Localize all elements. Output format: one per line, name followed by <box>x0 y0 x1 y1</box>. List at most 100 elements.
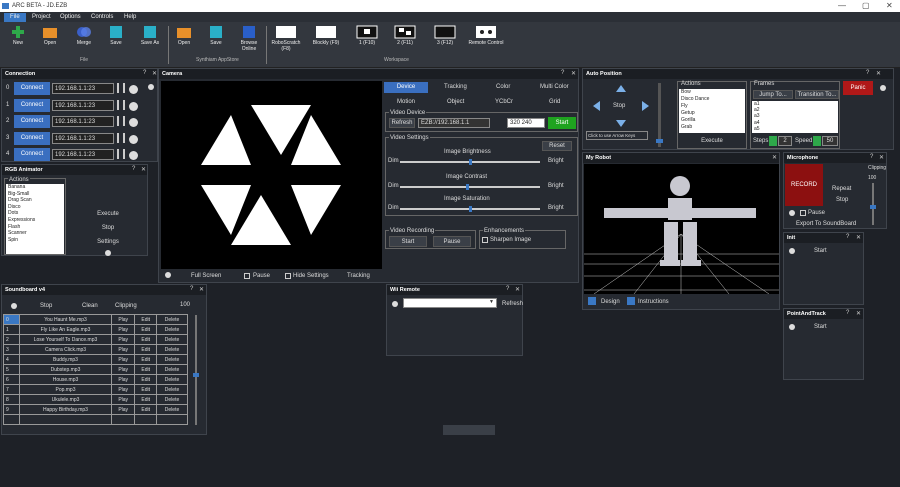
settings-button[interactable]: Settings <box>68 237 148 248</box>
list-item[interactable]: Spin <box>6 237 64 244</box>
list-item[interactable]: Getup <box>679 110 745 117</box>
wii-device-select[interactable]: ▼ <box>403 298 497 308</box>
help-icon[interactable]: ? <box>190 286 193 292</box>
edit-button[interactable]: Edit <box>134 364 158 375</box>
fullscreen-button[interactable]: Full Screen <box>191 273 221 279</box>
table-row[interactable]: 8 Ukulele.mp3 Play Edit Delete <box>3 394 188 405</box>
close-icon[interactable]: ✕ <box>879 154 884 161</box>
speed-input[interactable]: 50 <box>822 136 838 146</box>
tab-grid[interactable]: Grid <box>549 99 560 105</box>
gear-icon[interactable] <box>165 272 171 278</box>
play-button[interactable]: Play <box>110 344 136 355</box>
merge-button[interactable]: Merge <box>73 25 95 47</box>
slider-thumb[interactable] <box>656 139 663 143</box>
list-item[interactable]: Grab <box>679 124 745 131</box>
list-item[interactable]: Scanner <box>6 230 64 237</box>
list-item[interactable]: Dots <box>6 210 64 217</box>
instructions-icon[interactable] <box>627 297 635 305</box>
browse-online-button[interactable]: Browse Online <box>236 25 262 52</box>
connect-button[interactable]: Connect <box>14 131 50 145</box>
pause-checkbox[interactable] <box>800 210 806 216</box>
clipping-slider[interactable] <box>870 183 876 225</box>
sound-file[interactable]: Pop.mp3 <box>19 384 112 395</box>
delete-button[interactable]: Delete <box>156 384 188 395</box>
list-item[interactable]: a5 <box>752 126 838 132</box>
table-row[interactable]: 6 House.mp3 Play Edit Delete <box>3 374 188 385</box>
panic-button[interactable]: Panic <box>843 81 873 95</box>
camera-video[interactable] <box>161 81 382 269</box>
design-button[interactable]: Design <box>601 299 620 305</box>
play-button[interactable]: Play <box>110 384 136 395</box>
help-icon[interactable]: ? <box>870 154 873 160</box>
play-button[interactable]: Play <box>110 404 136 415</box>
remote-control-button[interactable]: Remote Control <box>466 25 506 47</box>
workspace-2-button[interactable]: 2 (F11) <box>390 25 420 47</box>
sound-file[interactable]: Camera Click.mp3 <box>19 344 112 355</box>
execute-button[interactable]: Execute <box>679 136 745 147</box>
list-item[interactable]: Drag Scan <box>6 197 64 204</box>
table-row[interactable]: 5 Dubstep.mp3 Play Edit Delete <box>3 364 188 375</box>
export-button[interactable]: Export To SoundBoard <box>796 221 856 227</box>
blockly-button[interactable]: Blockly (F9) <box>310 25 342 47</box>
delete-button[interactable]: Delete <box>156 324 188 335</box>
help-icon[interactable]: ? <box>866 70 869 76</box>
edit-button[interactable]: Edit <box>134 344 158 355</box>
settings-icon[interactable] <box>129 134 138 144</box>
stop-button[interactable]: Stop <box>68 223 148 234</box>
table-row[interactable] <box>3 414 188 425</box>
device-select[interactable]: EZB://192.168.1.1 <box>418 118 490 128</box>
list-item[interactable]: Banana <box>6 184 64 191</box>
help-icon[interactable]: ? <box>132 166 135 172</box>
list-item[interactable]: Disco <box>6 204 64 211</box>
edit-button[interactable]: Edit <box>134 394 158 405</box>
record-start-button[interactable]: Start <box>389 236 427 247</box>
delete-button[interactable]: Delete <box>156 314 188 325</box>
tab-multi-color[interactable]: Multi Color <box>540 84 569 90</box>
sound-file[interactable]: Buddy.mp3 <box>19 354 112 365</box>
sound-file[interactable]: Happy Birthday.mp3 <box>19 404 112 415</box>
list-item[interactable]: Expressions <box>6 217 64 224</box>
list-item[interactable]: Gorilla <box>679 117 745 124</box>
slider-thumb[interactable] <box>870 205 876 209</box>
design-icon[interactable] <box>588 297 596 305</box>
scan-icon[interactable] <box>117 116 125 126</box>
connect-button[interactable]: Connect <box>14 98 50 112</box>
start-button[interactable]: Start <box>814 324 827 330</box>
store-open-button[interactable]: Open <box>174 25 194 47</box>
tab-ycbcr[interactable]: YCbCr <box>495 99 513 105</box>
record-pause-button[interactable]: Pause <box>433 236 471 247</box>
transition-to-button[interactable]: Transition To... <box>795 90 839 99</box>
instructions-button[interactable]: Instructions <box>638 299 669 305</box>
delete-button[interactable]: Delete <box>156 354 188 365</box>
store-save-button[interactable]: Save <box>206 25 226 47</box>
settings-icon[interactable] <box>494 118 504 128</box>
stop-button[interactable]: Stop <box>836 197 848 203</box>
start-button[interactable]: Start <box>548 117 576 129</box>
delete-button[interactable]: Delete <box>156 344 188 355</box>
gear-icon[interactable] <box>392 301 398 307</box>
help-icon[interactable]: ? <box>143 70 146 76</box>
table-row[interactable]: 4 Buddy.mp3 Play Edit Delete <box>3 354 188 365</box>
scan-icon[interactable] <box>117 99 125 110</box>
list-item[interactable]: Big-Small <box>6 191 64 198</box>
sound-file[interactable]: You Haunt Me.mp3 <box>19 314 112 325</box>
jump-to-button[interactable]: Jump To... <box>753 90 793 99</box>
delete-button[interactable]: Delete <box>156 364 188 375</box>
menu-help[interactable]: Help <box>118 13 142 22</box>
workspace-1-button[interactable]: 1 (F10) <box>352 25 382 47</box>
hide-settings-checkbox[interactable] <box>285 273 291 279</box>
edit-button[interactable]: Edit <box>134 324 158 335</box>
slider-thumb[interactable] <box>468 159 472 165</box>
slider-thumb[interactable] <box>193 373 199 377</box>
repeat-button[interactable]: Repeat <box>832 186 851 192</box>
minimize-icon[interactable]: — <box>838 1 846 10</box>
help-icon[interactable]: ? <box>846 310 849 316</box>
sound-file[interactable]: Lose Yourself To Dance.mp3 <box>19 334 112 345</box>
tab-color[interactable]: Color <box>496 84 510 90</box>
brightness-slider[interactable] <box>400 159 540 165</box>
edit-button[interactable]: Edit <box>134 334 158 345</box>
scan-icon[interactable] <box>117 132 125 143</box>
list-item[interactable]: Bow <box>679 89 745 96</box>
close-icon[interactable]: ✕ <box>876 70 881 77</box>
close-icon[interactable]: ✕ <box>772 154 777 161</box>
